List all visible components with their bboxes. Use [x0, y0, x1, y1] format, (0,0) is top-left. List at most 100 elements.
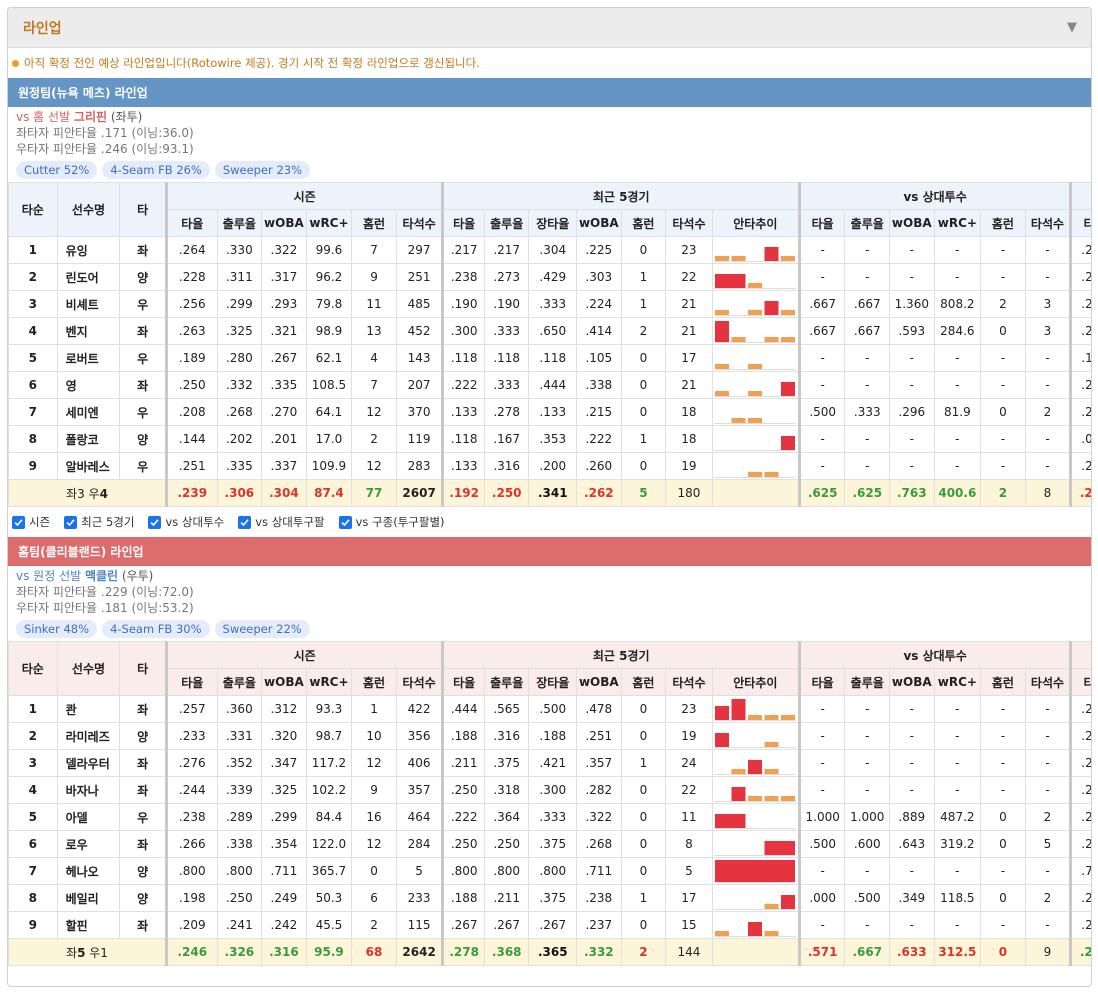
- player-name[interactable]: 헤나오: [56, 857, 121, 885]
- col-hand[interactable]: 타: [119, 182, 167, 237]
- col-season-stat[interactable]: 홈런: [351, 209, 397, 237]
- col-vsp-stat[interactable]: wRC+: [933, 668, 982, 696]
- col-season-stat[interactable]: 타석수: [395, 668, 444, 696]
- col-season-stat[interactable]: 타율: [164, 209, 218, 237]
- col-recent-stat[interactable]: 안타추이: [711, 209, 800, 237]
- col-recent-stat[interactable]: 타석수: [665, 209, 713, 237]
- player-row[interactable]: 2 린도어 양 .228.311.317 96.2 9 251.238.273.429.30…: [8, 263, 1091, 291]
- player-name[interactable]: 바자나: [56, 776, 121, 804]
- pitcher-name[interactable]: 맥클린: [85, 569, 118, 583]
- player-name[interactable]: 콴: [56, 695, 121, 723]
- col-recent-stat[interactable]: 홈런: [620, 668, 667, 696]
- col-player[interactable]: 선수명: [56, 641, 121, 696]
- player-name[interactable]: 벤지: [56, 317, 121, 345]
- col-recent-stat[interactable]: wOBA: [576, 668, 622, 696]
- player-row[interactable]: 3 델라우터 좌 .276.352.347 117.2 12 406.211.375.421…: [8, 749, 1091, 777]
- player-row[interactable]: 7 세미엔 우 .208.268.270 64.1 12 370.133.278.133.2…: [8, 398, 1091, 426]
- player-row[interactable]: 2 라미레즈 양 .233.331.320 98.7 10 356.188.316.188.…: [8, 722, 1091, 750]
- player-row[interactable]: 7 헤나오 양 .800.800.711 365.7 0 5.800.800.800.711…: [8, 857, 1091, 885]
- col-vsp-stat[interactable]: 타석수: [1024, 209, 1072, 237]
- col-order[interactable]: 타순: [8, 182, 58, 237]
- player-name[interactable]: 로버트: [56, 344, 121, 372]
- col-vsp-stat[interactable]: wOBA: [889, 668, 935, 696]
- col-recent-stat[interactable]: 출루율: [483, 668, 530, 696]
- checkbox-checked-icon[interactable]: [148, 515, 162, 529]
- player-name[interactable]: 로우: [56, 830, 121, 858]
- player-row[interactable]: 4 바자나 좌 .244.339.325 102.2 9 357.250.318.300.2…: [8, 776, 1091, 804]
- checkbox-checked-icon[interactable]: [338, 515, 352, 529]
- player-name[interactable]: 폴랑코: [56, 425, 121, 453]
- collapse-triangle-icon[interactable]: ▼: [1067, 20, 1077, 35]
- col-recent-stat[interactable]: 안타추이: [711, 668, 800, 696]
- player-name[interactable]: 영: [56, 371, 121, 399]
- col-vsp-stat[interactable]: 홈런: [980, 668, 1026, 696]
- col-recent-stat[interactable]: wOBA: [576, 209, 622, 237]
- player-row[interactable]: 9 할핀 좌 .209.241.242 45.5 2 115.267.267.267.237…: [8, 911, 1091, 939]
- col-hand[interactable]: 타: [119, 641, 167, 696]
- player-row[interactable]: 9 알바레스 우 .251.335.337 109.9 12 283.133.316.200…: [8, 452, 1091, 480]
- player-row[interactable]: 1 유잉 좌 .264.330.322 99.6 7 297.217.217.304.225…: [8, 236, 1091, 264]
- col-vsp-stat[interactable]: wOBA: [889, 209, 935, 237]
- col-recent-stat[interactable]: 타율: [441, 668, 485, 696]
- player-name[interactable]: 세미엔: [56, 398, 121, 426]
- col-recent-stat[interactable]: 홈런: [620, 209, 667, 237]
- panel-header[interactable]: 라인업 ▼: [8, 8, 1091, 48]
- player-name[interactable]: 알바레스: [56, 452, 121, 480]
- col-vsp-stat[interactable]: 홈런: [980, 209, 1026, 237]
- col-season-stat[interactable]: 홈런: [351, 668, 397, 696]
- away-table-wrap[interactable]: 타순 선수명 타 시즌 최근 5경기 vs 상대투수 타율 출루율 wOBA wRC+ 홈런 타석수 타…: [8, 182, 1091, 507]
- player-row[interactable]: 6 영 좌 .250.332.335 108.5 7 207.222.333.444.338…: [8, 371, 1091, 399]
- col-season-stat[interactable]: 출루율: [216, 209, 263, 237]
- checkbox-checked-icon[interactable]: [64, 515, 78, 529]
- filter-checkbox-2[interactable]: 최근 5경기: [64, 514, 134, 530]
- player-row[interactable]: 5 로버트 우 .189.280.267 62.1 4 143.118.118.118.10…: [8, 344, 1091, 372]
- col-season-stat[interactable]: wRC+: [305, 668, 353, 696]
- col-vsp-stat[interactable]: wRC+: [933, 209, 982, 237]
- checkbox-checked-icon[interactable]: [12, 515, 25, 529]
- pitcher-name[interactable]: 그리핀: [74, 110, 107, 124]
- col-season-stat[interactable]: 출루율: [216, 668, 263, 696]
- col-player[interactable]: 선수명: [56, 182, 121, 237]
- col-extra-stat[interactable]: 타율: [1069, 209, 1091, 237]
- filter-checkbox-5[interactable]: vs 구종(투구팔별): [338, 514, 445, 530]
- player-row[interactable]: 4 벤지 좌 .263.325.321 98.9 13 452.300.333.650.41…: [8, 317, 1091, 345]
- col-season-stat[interactable]: wOBA: [261, 209, 307, 237]
- col-vsp-stat[interactable]: 타석수: [1024, 668, 1072, 696]
- col-recent-stat[interactable]: 장타율: [528, 668, 578, 696]
- recent-stat: 17: [665, 884, 713, 912]
- col-season-stat[interactable]: 타석수: [395, 209, 444, 237]
- filter-checkbox-4[interactable]: vs 상대투구팔: [238, 514, 325, 530]
- col-season-stat[interactable]: wRC+: [305, 209, 353, 237]
- col-recent-stat[interactable]: 출루율: [483, 209, 530, 237]
- filter-checkbox-3[interactable]: vs 상대투수: [148, 514, 224, 530]
- player-name[interactable]: 아델: [56, 803, 121, 831]
- col-extra-stat[interactable]: 타율: [1069, 668, 1091, 696]
- col-recent-stat[interactable]: 장타율: [528, 209, 578, 237]
- col-order[interactable]: 타순: [8, 641, 58, 696]
- col-season-stat[interactable]: 타율: [164, 668, 218, 696]
- player-row[interactable]: 1 콴 좌 .257.360.312 93.3 1 422.444.565.500.478 0…: [8, 695, 1091, 723]
- player-row[interactable]: 8 베일리 양 .198.250.249 50.3 6 233.188.211.375.23…: [8, 884, 1091, 912]
- player-row[interactable]: 3 비셰트 우 .256.299.293 79.8 11 485.190.190.333.2…: [8, 290, 1091, 318]
- player-name[interactable]: 비셰트: [56, 290, 121, 318]
- player-row[interactable]: 6 로우 좌 .266.338.354 122.0 12 284.250.250.375.2…: [8, 830, 1091, 858]
- player-name[interactable]: 라미레즈: [56, 722, 121, 750]
- player-name[interactable]: 린도어: [56, 263, 121, 291]
- player-name[interactable]: 델라우터: [56, 749, 121, 777]
- col-recent-stat[interactable]: 타율: [441, 209, 485, 237]
- player-name[interactable]: 베일리: [56, 884, 121, 912]
- player-row[interactable]: 8 폴랑코 양 .144.202.201 17.0 2 119.118.167.353.22…: [8, 425, 1091, 453]
- col-recent-stat[interactable]: 타석수: [665, 668, 713, 696]
- col-vsp-stat[interactable]: 타율: [797, 668, 846, 696]
- home-table-wrap[interactable]: 타순 선수명 타 시즌 최근 5경기 vs 상대투수 타율 출루율 wOBA wRC+ 홈런 타석수 타…: [8, 641, 1091, 966]
- filter-checkbox-1[interactable]: 시즌: [12, 514, 50, 530]
- player-name[interactable]: 유잉: [56, 236, 121, 264]
- col-vsp-stat[interactable]: 출루율: [844, 668, 891, 696]
- vsp-stat: .667: [797, 290, 846, 318]
- col-season-stat[interactable]: wOBA: [261, 668, 307, 696]
- col-vsp-stat[interactable]: 타율: [797, 209, 846, 237]
- col-vsp-stat[interactable]: 출루율: [844, 209, 891, 237]
- player-row[interactable]: 5 아델 우 .238.289.299 84.4 16 464.222.364.333.32…: [8, 803, 1091, 831]
- player-name[interactable]: 할핀: [56, 911, 121, 939]
- checkbox-checked-icon[interactable]: [238, 515, 252, 529]
